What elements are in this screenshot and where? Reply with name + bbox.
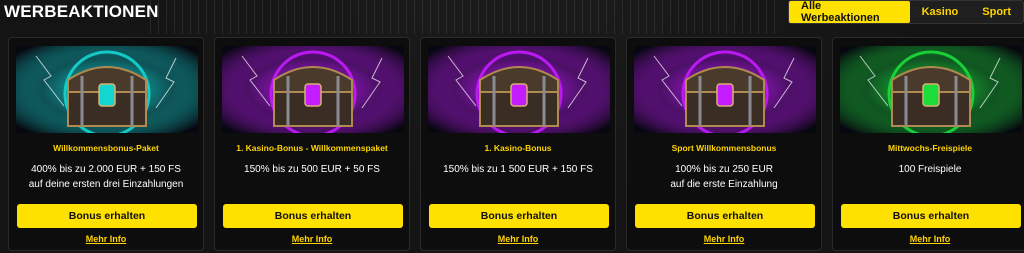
- treasure-chest-illustration: [634, 46, 816, 133]
- get-bonus-button[interactable]: Bonus erhalten: [841, 204, 1021, 228]
- promo-description: 100% bis zu 250 EUR auf die erste Einzah…: [631, 162, 817, 192]
- treasure-chest-illustration: [428, 46, 610, 133]
- chest-lock: [304, 83, 322, 107]
- promo-description-line: 400% bis zu 2.000 EUR + 150 FS: [31, 164, 181, 175]
- tab-sport[interactable]: Sport: [970, 1, 1023, 23]
- promo-subtitle: Willkommensbonus-Paket: [53, 143, 159, 153]
- promo-card: Sport Willkommensbonus 100% bis zu 250 E…: [626, 37, 822, 251]
- green-treasure-chest-image: [840, 46, 1022, 133]
- chest-lock: [716, 83, 734, 107]
- promo-description: 100 Freispiele: [837, 162, 1023, 177]
- chest-lock: [510, 83, 528, 107]
- more-info-link[interactable]: Mehr Info: [833, 234, 1024, 244]
- more-info-link[interactable]: Mehr Info: [627, 234, 821, 244]
- teal-treasure-chest-image: [16, 46, 198, 133]
- promo-card: Mittwochs-Freispiele 100 Freispiele Bonu…: [832, 37, 1024, 251]
- promo-description: 150% bis zu 500 EUR + 50 FS: [219, 162, 405, 177]
- promo-subtitle: Mittwochs-Freispiele: [887, 143, 973, 153]
- purple-treasure-chest-image: [222, 46, 404, 133]
- get-bonus-button[interactable]: Bonus erhalten: [635, 204, 815, 228]
- purple-treasure-chest-image: [428, 46, 610, 133]
- get-bonus-button[interactable]: Bonus erhalten: [223, 204, 403, 228]
- get-bonus-button[interactable]: Bonus erhalten: [429, 204, 609, 228]
- header-pattern: [150, 0, 780, 34]
- promo-subtitle: 1. Kasino-Bonus: [484, 143, 552, 153]
- treasure-chest-illustration: [840, 46, 1022, 133]
- promo-description-line: 100 Freispiele: [898, 164, 962, 175]
- promo-description-line: auf die erste Einzahlung: [670, 179, 778, 190]
- treasure-chest-illustration: [16, 46, 198, 133]
- treasure-chest-illustration: [222, 46, 404, 133]
- page-title: WERBEAKTIONEN: [4, 2, 159, 21]
- purple-treasure-chest-image: [634, 46, 816, 133]
- promo-description: 150% bis zu 1 500 EUR + 150 FS: [425, 162, 611, 177]
- promo-card: Willkommensbonus-Paket 400% bis zu 2.000…: [8, 37, 204, 251]
- promo-description-line: 150% bis zu 500 EUR + 50 FS: [244, 164, 380, 175]
- promotions-page: WERBEAKTIONEN Alle Werbeaktionen Kasino …: [0, 0, 1024, 253]
- promo-description-line: 150% bis zu 1 500 EUR + 150 FS: [443, 164, 593, 175]
- chest-lock: [98, 83, 116, 107]
- promo-description: 400% bis zu 2.000 EUR + 150 FS auf deine…: [13, 162, 199, 192]
- more-info-link[interactable]: Mehr Info: [215, 234, 409, 244]
- promo-description-line: 100% bis zu 250 EUR: [675, 164, 773, 175]
- promo-filter-tabs: Alle Werbeaktionen Kasino Sport: [788, 0, 1024, 24]
- chest-lock: [922, 83, 940, 107]
- promo-card: 1. Kasino-Bonus 150% bis zu 1 500 EUR + …: [420, 37, 616, 251]
- more-info-link[interactable]: Mehr Info: [421, 234, 615, 244]
- promo-subtitle: Sport Willkommensbonus: [671, 143, 777, 153]
- promo-description-line: auf deine ersten drei Einzahlungen: [28, 179, 184, 190]
- get-bonus-button[interactable]: Bonus erhalten: [17, 204, 197, 228]
- tab-all-promotions[interactable]: Alle Werbeaktionen: [789, 0, 910, 24]
- promo-card-list: Willkommensbonus-Paket 400% bis zu 2.000…: [8, 37, 1024, 251]
- more-info-link[interactable]: Mehr Info: [9, 234, 203, 244]
- promo-card: 1. Kasino-Bonus - Willkommenspaket 150% …: [214, 37, 410, 251]
- tab-casino[interactable]: Kasino: [910, 1, 971, 23]
- promo-subtitle: 1. Kasino-Bonus - Willkommenspaket: [236, 143, 388, 153]
